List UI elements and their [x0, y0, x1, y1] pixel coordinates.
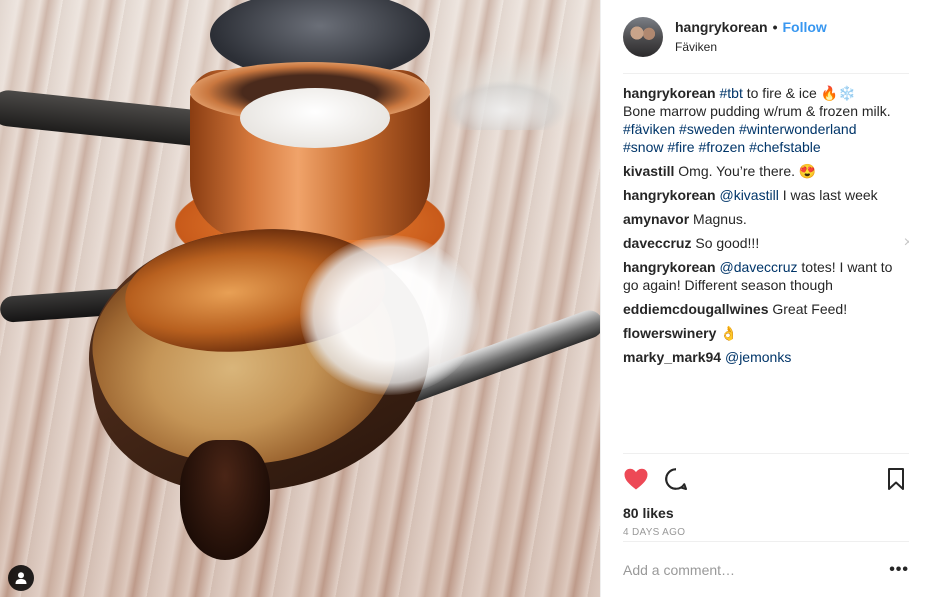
- comment-text: Great Feed!: [772, 301, 848, 317]
- comment-item: hangrykorean @daveccruz totes! I want to…: [623, 258, 909, 294]
- heart-icon: [624, 468, 648, 490]
- comment-username[interactable]: hangrykorean: [623, 187, 716, 203]
- person-icon: [15, 572, 27, 584]
- comment-item: kivastill Omg. You’re there. 😍: [623, 162, 909, 180]
- post-header: hangrykorean • Follow Fäviken: [623, 0, 909, 74]
- location-link[interactable]: Fäviken: [675, 38, 827, 56]
- comment-username[interactable]: daveccruz: [623, 235, 691, 251]
- comment-item: eddiemcdougallwines Great Feed!: [623, 300, 909, 318]
- hashtag[interactable]: #fäviken: [623, 121, 675, 137]
- hashtag[interactable]: #snow: [623, 139, 663, 155]
- speech-bubble-icon: [665, 468, 687, 490]
- comment-text: 👌: [720, 325, 738, 341]
- comment-username[interactable]: marky_mark94: [623, 349, 721, 365]
- mention-link[interactable]: @daveccruz: [719, 259, 797, 275]
- action-bar: 80 likes 4 DAYS AGO: [623, 453, 909, 538]
- like-count[interactable]: 80 likes: [623, 504, 909, 522]
- save-button[interactable]: [883, 466, 909, 492]
- hashtag[interactable]: #chefstable: [749, 139, 821, 155]
- comment-username[interactable]: kivastill: [623, 163, 674, 179]
- comment-username[interactable]: flowerswinery: [623, 325, 716, 341]
- comment-item: amynavor Magnus.: [623, 210, 909, 228]
- comment-text: Magnus.: [693, 211, 747, 227]
- mention-link[interactable]: @kivastill: [719, 187, 778, 203]
- post-caption: hangrykorean #tbt to fire & ice 🔥❄️ Bone…: [623, 85, 891, 155]
- post-timestamp[interactable]: 4 DAYS AGO: [623, 527, 909, 538]
- comment-item: flowerswinery 👌: [623, 324, 909, 342]
- separator-dot: •: [772, 18, 778, 35]
- comment-username[interactable]: hangrykorean: [623, 259, 716, 275]
- mention-link[interactable]: @jemonks: [725, 349, 791, 365]
- hashtag[interactable]: #fire: [667, 139, 694, 155]
- hashtag[interactable]: #winterwonderland: [739, 121, 857, 137]
- post-photo[interactable]: [0, 0, 600, 597]
- comment-item: daveccruz So good!!! ×: [623, 234, 909, 252]
- comment-input[interactable]: [623, 561, 890, 578]
- hashtag[interactable]: #sweden: [679, 121, 735, 137]
- bookmark-icon: [888, 468, 904, 490]
- add-comment-bar: •••: [623, 541, 909, 597]
- comment-text: I was last week: [778, 187, 878, 203]
- delete-comment-icon[interactable]: ×: [904, 234, 909, 252]
- username-link[interactable]: hangrykorean: [675, 18, 768, 36]
- comment-text: Omg. You’re there. 😍: [678, 163, 817, 179]
- avatar[interactable]: [623, 16, 663, 57]
- like-button[interactable]: [623, 466, 649, 492]
- hashtag[interactable]: #tbt: [719, 85, 742, 101]
- comment-list: hangrykorean #tbt to fire & ice 🔥❄️ Bone…: [623, 74, 909, 452]
- caption-username[interactable]: hangrykorean: [623, 85, 716, 101]
- comment-item: hangrykorean @kivastill I was last week: [623, 186, 909, 204]
- post-panel: hangrykorean • Follow Fäviken hangrykore…: [600, 0, 933, 597]
- ellipsis-icon[interactable]: •••: [889, 561, 909, 579]
- follow-button[interactable]: Follow: [783, 18, 827, 36]
- comment-username[interactable]: amynavor: [623, 211, 689, 227]
- comment-item: marky_mark94 @jemonks: [623, 348, 909, 366]
- user-tag-button[interactable]: [8, 565, 34, 591]
- comment-username[interactable]: eddiemcdougallwines: [623, 301, 768, 317]
- instagram-post: hangrykorean • Follow Fäviken hangrykore…: [0, 0, 933, 597]
- comment-button[interactable]: [663, 466, 689, 492]
- comment-text: So good!!!: [695, 235, 760, 251]
- hashtag[interactable]: #frozen: [698, 139, 745, 155]
